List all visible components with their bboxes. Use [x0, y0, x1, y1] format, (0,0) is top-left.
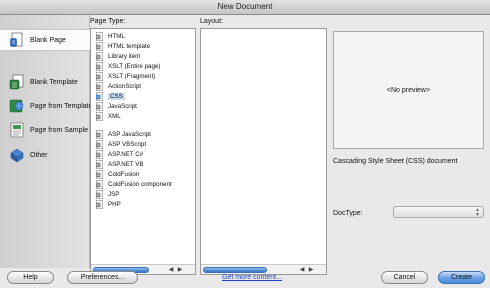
blank-template-icon: [9, 74, 24, 90]
blank-page-icon: [10, 32, 23, 47]
file-icon: [95, 42, 103, 52]
page-type-item[interactable]: ASP VBScript: [91, 140, 195, 150]
page-type-item[interactable]: PHP: [91, 199, 195, 209]
file-icon: [95, 32, 103, 42]
page-type-item-label: ASP VBScript: [108, 141, 147, 149]
file-icon: [95, 72, 103, 81]
file-icon: [95, 180, 103, 189]
page-type-item[interactable]: Library item: [91, 52, 195, 62]
page-type-item[interactable]: CSS: [91, 91, 195, 101]
page-type-item-label: ColdFusion: [108, 171, 140, 179]
category-sidebar: Blank Page Blank Template Page from Temp…: [0, 15, 93, 268]
page-type-item[interactable]: ColdFusion: [91, 170, 195, 180]
page-type-item[interactable]: XML: [91, 111, 195, 121]
document-description: Cascading Style Sheet (CSS) document: [333, 158, 458, 165]
page-type-item-label: ASP JavaScript: [108, 131, 151, 139]
chevron-updown-icon: ▲ ▼: [475, 207, 480, 218]
file-icon: [95, 82, 103, 91]
page-type-item[interactable]: XSLT (Entire page): [91, 62, 195, 72]
page-type-item-label: Library item: [108, 53, 141, 61]
page-type-item[interactable]: JavaScript: [91, 101, 195, 111]
file-icon: [95, 130, 103, 140]
page-type-item-label: HTML: [108, 33, 125, 41]
page-type-item[interactable]: ColdFusion component: [91, 179, 195, 189]
page-type-item[interactable]: ActionScript: [91, 81, 195, 91]
preview-text: <No preview>: [386, 86, 431, 94]
page-type-item-label: ASP.NET C#: [108, 151, 144, 159]
list-separator: [91, 121, 195, 130]
sidebar-item-label: Other: [30, 151, 48, 159]
help-button[interactable]: Help: [7, 271, 54, 284]
page-type-item-label: JSP: [108, 190, 120, 198]
file-icon: [95, 111, 103, 121]
page-type-item[interactable]: ASP JavaScript: [91, 130, 195, 140]
page-type-item-label: ActionScript: [108, 82, 142, 90]
get-more-content-link[interactable]: Get more content...: [222, 274, 282, 281]
page-from-sample-icon: [10, 122, 24, 138]
preview-pane: <No preview>: [333, 31, 484, 149]
sidebar-item-page-from-template[interactable]: Page from Template: [0, 95, 93, 117]
page-type-item[interactable]: XSLT (Fragment): [91, 72, 195, 82]
cancel-button[interactable]: Cancel: [381, 271, 428, 284]
sidebar-item-page-from-sample[interactable]: Page from Sample: [0, 119, 90, 141]
file-icon: [95, 199, 103, 209]
file-icon: [95, 189, 103, 199]
page-type-item-label: XSLT (Fragment): [108, 73, 156, 80]
file-icon: [95, 62, 103, 71]
page-type-item[interactable]: HTML: [91, 32, 195, 42]
dialog-body: Blank Page Blank Template Page from Temp…: [0, 15, 490, 288]
layout-items: [201, 29, 326, 263]
file-icon: [95, 170, 103, 179]
sidebar-item-label: Page from Sample: [30, 126, 88, 134]
page-type-item-label: JavaScript: [108, 102, 137, 110]
layout-label: Layout:: [200, 18, 223, 25]
sidebar-item-label: Blank Template: [30, 78, 78, 86]
page-type-item-label: CSS: [108, 92, 125, 100]
page-type-item-label: XML: [108, 112, 121, 120]
create-button[interactable]: Create: [438, 271, 485, 284]
file-icon: [95, 91, 103, 101]
doctype-select[interactable]: ▲ ▼: [393, 206, 484, 218]
doctype-label: DocType:: [333, 210, 363, 217]
page-type-item[interactable]: JSP: [91, 189, 195, 199]
sidebar-item-blank-template[interactable]: Blank Template: [0, 71, 90, 93]
page-type-item-label: PHP: [108, 200, 121, 208]
file-icon: [95, 150, 103, 160]
sidebar-item-other[interactable]: Other: [0, 144, 90, 166]
page-type-item-label: HTML template: [108, 43, 151, 51]
sidebar-item-label: Blank Page: [30, 36, 66, 44]
page-type-item[interactable]: ASP.NET C#: [91, 150, 195, 160]
page-type-list[interactable]: HTML HTML template Library item XSLT (Entir…: [90, 28, 196, 275]
file-icon: [95, 101, 103, 111]
page-type-label: Page Type:: [90, 18, 126, 25]
page-type-item-label: ColdFusion component: [108, 180, 172, 188]
other-icon: [10, 148, 24, 163]
window-title: New Document: [0, 0, 490, 15]
layout-list[interactable]: ◀ ▶: [200, 28, 327, 275]
button-bar: Help Preferences... Get more content... …: [0, 268, 490, 288]
file-icon: [95, 52, 103, 62]
page-type-item-label: ASP.NET VB: [108, 161, 144, 169]
page-type-item[interactable]: ASP.NET VB: [91, 160, 195, 170]
preferences-button[interactable]: Preferences...: [67, 271, 138, 284]
page-from-template-icon: [9, 99, 24, 113]
file-icon: [95, 160, 103, 169]
page-type-items: HTML HTML template Library item XSLT (Entir…: [91, 29, 195, 263]
file-icon: [95, 140, 103, 150]
sidebar-item-blank-page[interactable]: Blank Page: [0, 29, 90, 51]
sidebar-item-label: Page from Template: [30, 102, 93, 110]
page-type-item[interactable]: HTML template: [91, 42, 195, 52]
page-type-item-label: XSLT (Entire page): [108, 63, 161, 71]
